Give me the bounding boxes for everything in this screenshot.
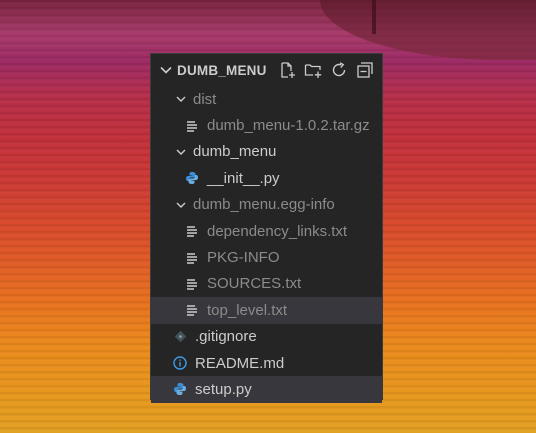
new-file-icon[interactable] [276,59,298,81]
file-row[interactable]: PKG-INFO [151,244,382,270]
file-row[interactable]: __init__.py [151,165,382,191]
tree-item-label: dumb_menu.egg-info [193,196,335,214]
file-row[interactable]: top_level.txt [151,297,382,324]
text-file-icon [185,303,199,317]
background-mast [372,0,376,34]
tree-item-label: setup.py [195,380,252,398]
folder-row[interactable]: dumb_menu [151,139,382,165]
collapse-all-icon[interactable] [354,59,376,81]
explorer-actions [276,59,382,81]
file-row[interactable]: README.md [151,350,382,376]
file-row[interactable]: setup.py [151,376,382,403]
tree-item-label: PKG-INFO [207,249,280,267]
tree-item-label: dumb_menu-1.0.2.tar.gz [207,117,370,135]
new-folder-icon[interactable] [302,59,324,81]
explorer-panel: DUMB_MENU dist dumb_menu-1.0.2.tar.gzdumb… [150,53,383,403]
info-icon [173,356,187,370]
python-icon [185,171,199,185]
chevron-down-icon[interactable] [157,61,175,79]
git-icon [173,330,187,344]
chevron-down-icon[interactable] [173,144,189,160]
tree-item-label: README.md [195,354,285,372]
tree-item-label: top_level.txt [207,301,288,319]
file-row[interactable]: .gitignore [151,324,382,350]
text-file-icon [185,119,199,133]
tree-item-label: __init__.py [207,169,280,187]
explorer-header[interactable]: DUMB_MENU [151,54,382,86]
chevron-down-icon[interactable] [173,91,189,107]
folder-row[interactable]: dumb_menu.egg-info [151,192,382,218]
tree-item-label: dumb_menu [193,143,277,161]
text-file-icon [185,277,199,291]
text-file-icon [185,224,199,238]
chevron-down-icon[interactable] [173,197,189,213]
python-icon [173,382,187,396]
file-row[interactable]: SOURCES.txt [151,271,382,297]
tree-item-label: .gitignore [195,328,257,346]
file-row[interactable]: dependency_links.txt [151,218,382,244]
file-row[interactable]: dumb_menu-1.0.2.tar.gz [151,112,382,138]
refresh-icon[interactable] [328,59,350,81]
explorer-title: DUMB_MENU [177,62,267,78]
text-file-icon [185,251,199,265]
tree-item-label: SOURCES.txt [207,275,302,293]
tree-item-label: dist [193,90,217,108]
folder-row[interactable]: dist [151,86,382,112]
tree-item-label: dependency_links.txt [207,222,348,240]
file-tree: dist dumb_menu-1.0.2.tar.gz dumb_menu __ini… [151,86,382,403]
